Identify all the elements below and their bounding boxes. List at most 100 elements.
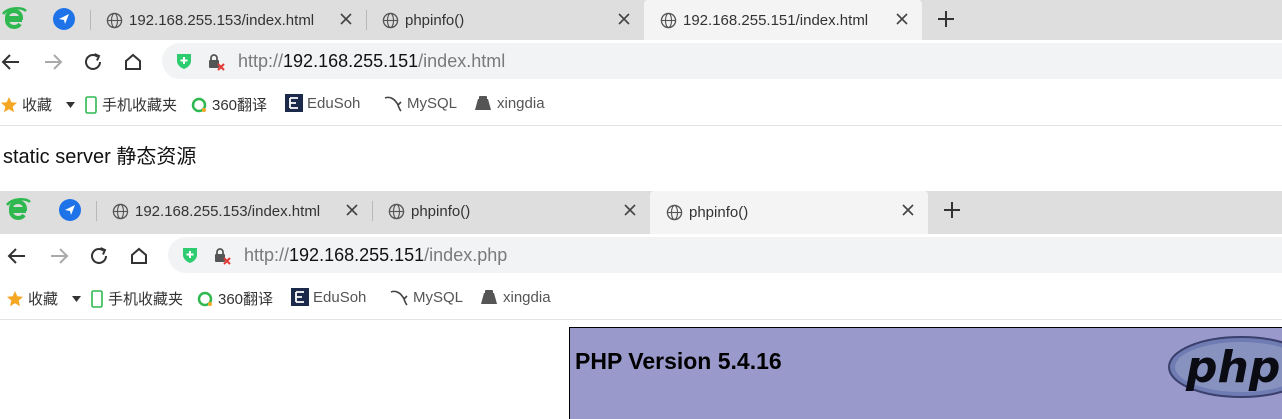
bookmark-label: MySQL <box>407 94 458 112</box>
bookmark-mysql[interactable]: MySQL <box>389 288 463 306</box>
translate-icon <box>191 97 207 112</box>
bookmark-label: xingdia <box>497 94 545 112</box>
bookmark-label: 手机收藏夹 <box>108 291 184 308</box>
navigation-toolbar: http://192.168.255.151/index.php <box>0 234 1282 276</box>
bookmarks-bar: 收藏 手机收藏夹 360翻译 EduSoh MySQL xingdia <box>0 276 1282 320</box>
star-icon <box>1 96 17 112</box>
close-icon[interactable] <box>616 11 632 27</box>
bookmark-label: MySQL <box>413 288 464 306</box>
url-host: 192.168.255.151 <box>289 245 425 265</box>
close-icon[interactable] <box>338 11 354 27</box>
home-icon[interactable] <box>122 51 144 73</box>
tab-1[interactable]: 192.168.255.153/index.html <box>90 0 366 40</box>
url-path: /index.php <box>424 245 508 265</box>
folder-icon <box>475 96 491 110</box>
tab-1[interactable]: 192.168.255.153/index.html <box>96 191 372 231</box>
bookmark-label: EduSoh <box>313 288 367 306</box>
star-icon <box>7 290 23 306</box>
globe-icon <box>388 203 405 219</box>
php-logo-text: php <box>1185 342 1280 393</box>
php-logo-icon[interactable]: php <box>1166 334 1282 400</box>
forward-icon[interactable] <box>42 51 64 73</box>
bookmark-label: 收藏 <box>22 97 53 114</box>
bookmark-xingdian[interactable]: xingdia <box>479 288 551 306</box>
bookmark-mobile[interactable]: 手机收藏夹 <box>84 94 177 115</box>
tab-title: 192.168.255.153/index.html <box>135 202 321 220</box>
globe-icon <box>660 12 677 28</box>
tab-3-active[interactable]: phpinfo() <box>650 191 928 234</box>
bookmark-translate[interactable]: 360翻译 <box>196 288 273 309</box>
url-path: /index.html <box>418 51 506 71</box>
browser-window-top: 192.168.255.153/index.html phpinfo() 192… <box>0 0 1282 187</box>
bookmark-label: xingdia <box>503 288 551 306</box>
new-tab-icon[interactable] <box>935 8 957 30</box>
url-scheme: http:// <box>238 51 284 71</box>
tab-title: 192.168.255.151/index.html <box>683 11 869 29</box>
bookmark-label: EduSoh <box>307 94 361 112</box>
php-version-title: PHP Version 5.4.16 <box>575 348 782 374</box>
forward-icon[interactable] <box>48 245 70 267</box>
url-text[interactable]: http://192.168.255.151/index.html <box>238 51 505 72</box>
back-icon[interactable] <box>0 51 22 73</box>
close-icon[interactable] <box>900 202 916 218</box>
url-host: 192.168.255.151 <box>283 51 419 71</box>
bookmark-favorites[interactable]: 收藏 <box>0 94 52 115</box>
browser-logo-icon[interactable] <box>0 5 28 33</box>
bookmark-edusoho[interactable]: EduSoh <box>285 94 360 112</box>
url-text[interactable]: http://192.168.255.151/index.php <box>244 245 507 266</box>
bookmark-mobile[interactable]: 手机收藏夹 <box>90 288 183 309</box>
shield-icon[interactable] <box>174 51 194 71</box>
back-icon[interactable] <box>6 245 28 267</box>
bookmarks-bar: 收藏 手机收藏夹 360翻译 EduSoh MySQL xingdia <box>0 82 1282 126</box>
bookmark-edusoho[interactable]: EduSoh <box>291 288 366 306</box>
bookmark-label: 手机收藏夹 <box>102 97 178 114</box>
address-bar[interactable]: http://192.168.255.151/index.html <box>162 43 1282 79</box>
navigate-icon[interactable] <box>53 8 75 30</box>
insecure-lock-icon[interactable] <box>212 246 232 266</box>
phone-icon <box>91 289 103 308</box>
mysql-icon <box>390 290 408 306</box>
navigation-toolbar: http://192.168.255.151/index.html <box>0 40 1282 82</box>
new-tab-icon[interactable] <box>941 199 963 221</box>
reload-icon[interactable] <box>88 245 110 267</box>
navigate-icon[interactable] <box>59 199 81 221</box>
bookmark-label: 收藏 <box>28 291 59 308</box>
bookmark-translate[interactable]: 360翻译 <box>190 94 267 115</box>
dropdown-icon[interactable] <box>72 296 81 302</box>
tab-3-active[interactable]: 192.168.255.151/index.html <box>644 0 922 40</box>
bookmark-label: 360翻译 <box>212 97 268 114</box>
dropdown-icon[interactable] <box>66 102 75 108</box>
home-icon[interactable] <box>128 245 150 267</box>
tab-2[interactable]: phpinfo() <box>372 191 650 231</box>
reload-icon[interactable] <box>82 51 104 73</box>
edusoho-icon <box>285 94 303 112</box>
tab-2[interactable]: phpinfo() <box>366 0 644 40</box>
globe-icon <box>382 12 399 28</box>
close-icon[interactable] <box>344 202 360 218</box>
bookmark-label: 360翻译 <box>218 291 274 308</box>
mysql-icon <box>384 96 402 112</box>
folder-icon <box>481 290 497 304</box>
tab-title: phpinfo() <box>689 204 749 221</box>
page-body-text: static server 静态资源 <box>3 146 197 168</box>
tab-strip: 192.168.255.153/index.html phpinfo() php… <box>0 191 1282 234</box>
bookmark-favorites[interactable]: 收藏 <box>6 288 58 309</box>
url-scheme: http:// <box>244 245 290 265</box>
tab-title: phpinfo() <box>411 202 471 220</box>
insecure-lock-icon[interactable] <box>206 52 226 72</box>
close-icon[interactable] <box>894 11 910 27</box>
close-icon[interactable] <box>622 202 638 218</box>
browser-window-bottom: 192.168.255.153/index.html phpinfo() php… <box>0 187 1282 419</box>
shield-icon[interactable] <box>180 245 200 265</box>
browser-logo-icon[interactable] <box>4 196 32 224</box>
edusoho-icon <box>291 288 309 306</box>
bookmark-xingdian[interactable]: xingdia <box>473 94 545 112</box>
bookmark-mysql[interactable]: MySQL <box>383 94 457 112</box>
globe-icon <box>106 12 123 28</box>
globe-icon <box>112 203 129 219</box>
tab-title: 192.168.255.153/index.html <box>129 11 315 29</box>
phpinfo-header: PHP Version 5.4.16 php <box>569 327 1282 419</box>
translate-icon <box>197 291 213 306</box>
phone-icon <box>85 95 97 114</box>
address-bar[interactable]: http://192.168.255.151/index.php <box>168 237 1282 273</box>
